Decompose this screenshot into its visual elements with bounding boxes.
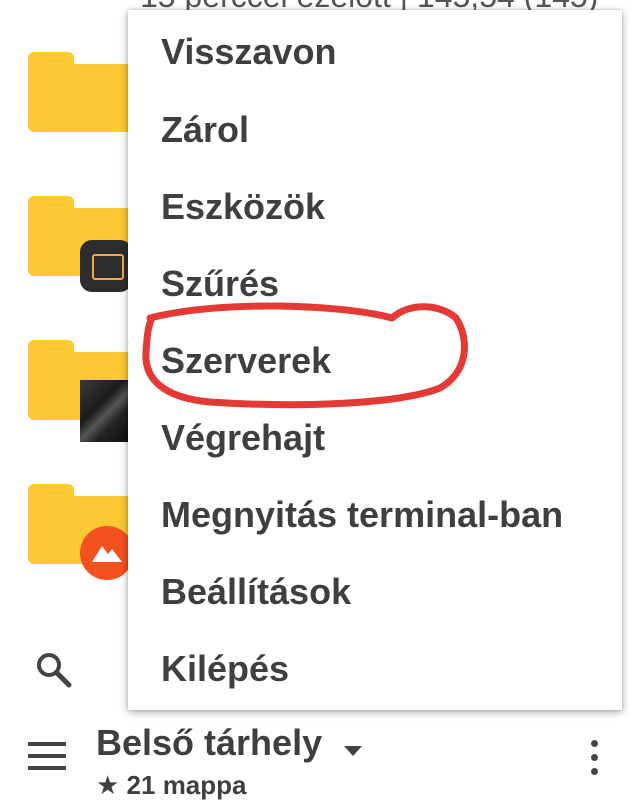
menu-item-open-terminal[interactable]: Megnyitás terminal-ban [161, 485, 563, 545]
folder-list [0, 0, 140, 720]
folder-item[interactable] [28, 340, 132, 442]
folder-item[interactable] [28, 52, 132, 136]
menu-item-lock[interactable]: Zárol [161, 100, 249, 160]
menu-item-filter[interactable]: Szűrés [161, 254, 279, 314]
folder-count: ★ 21 mappa [96, 770, 247, 801]
chevron-down-icon[interactable] [344, 746, 362, 758]
app-settings-icon-frame [92, 254, 124, 280]
hamburger-menu-icon[interactable] [28, 742, 66, 770]
folder-count-label: 21 mappa [126, 770, 247, 800]
menu-item-exit[interactable]: Kilépés [161, 639, 289, 699]
menu-item-undo[interactable]: Visszavon [161, 22, 336, 82]
more-options-icon[interactable] [586, 740, 602, 776]
image-thumbnail [80, 380, 128, 442]
menu-item-tools[interactable]: Eszközök [161, 177, 325, 237]
app-settings-icon [80, 240, 132, 292]
folder-item[interactable] [28, 196, 132, 292]
folder-icon [28, 64, 132, 132]
menu-item-settings[interactable]: Beállítások [161, 562, 351, 622]
search-icon[interactable] [34, 650, 74, 690]
photo-icon [80, 526, 134, 580]
folder-item[interactable] [28, 484, 134, 580]
menu-item-execute[interactable]: Végrehajt [161, 408, 325, 468]
star-icon: ★ [96, 770, 120, 800]
overflow-menu: Visszavon Zárol Eszközök Szűrés Szervere… [128, 10, 622, 710]
bottom-toolbar: Belső tárhely ★ 21 mappa [0, 712, 636, 800]
menu-item-servers[interactable]: Szerverek [161, 331, 331, 391]
mountain-icon [92, 546, 122, 562]
storage-title[interactable]: Belső tárhely [96, 722, 322, 764]
